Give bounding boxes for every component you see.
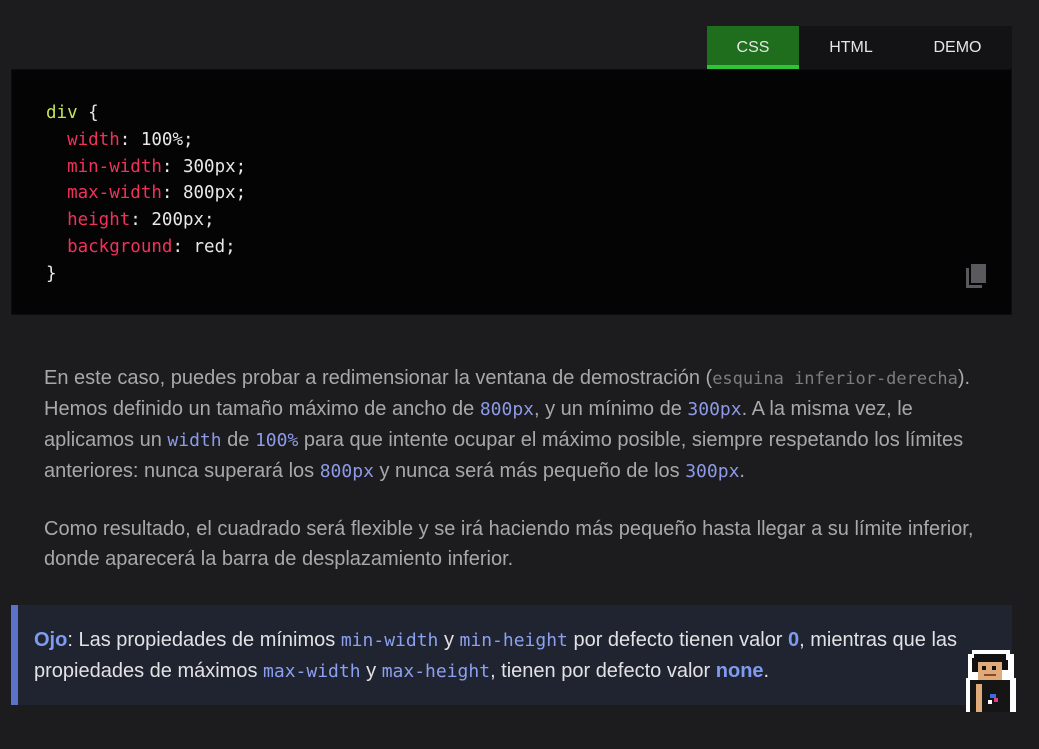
code-property: max-width [67, 183, 162, 204]
inline-code: min-height [459, 630, 568, 651]
paragraph-text: En este caso, puedes probar a redimensio… [44, 367, 713, 389]
inline-code: width [167, 430, 222, 451]
note-callout: Ojo: Las propiedades de mínimos min-widt… [11, 605, 1012, 705]
code-value: red; [193, 236, 236, 257]
inline-code: 800px [479, 399, 534, 420]
inline-code: 800px [319, 461, 374, 482]
code-property: width [67, 129, 120, 150]
paragraph-explanation: En este caso, puedes probar a redimensio… [44, 363, 994, 487]
inline-code: 100% [254, 430, 299, 451]
note-title: Ojo [34, 629, 68, 651]
code-selector: div [46, 103, 78, 123]
code-property: min-width [67, 156, 162, 177]
inline-code: max-height [381, 661, 491, 682]
note-text-part: , tienen por defecto valor [490, 660, 716, 682]
code-property: height [67, 210, 131, 231]
code-value: 100%; [140, 129, 194, 150]
tab-html[interactable]: HTML [799, 26, 903, 69]
pixel-avatar-icon [966, 650, 1016, 712]
inline-code: max-width [263, 661, 361, 682]
inline-code: esquina inferior-derecha [712, 369, 958, 389]
paragraph-result: Como resultado, el cuadrado será flexibl… [44, 518, 974, 570]
copy-icon[interactable] [963, 262, 989, 290]
note-value: 0 [788, 629, 800, 651]
code-value: 800px; [182, 183, 247, 204]
note-text: Ojo: Las propiedades de mínimos min-widt… [34, 625, 984, 687]
code-brace-open: { [77, 103, 99, 123]
paragraph-text: de [221, 429, 255, 451]
code-value: 200px; [151, 210, 215, 231]
code-property: background [67, 236, 173, 257]
tab-demo[interactable]: DEMO [903, 26, 1012, 69]
note-text-part: y [438, 629, 460, 651]
code-tabs: CSS HTML DEMO [707, 26, 1012, 69]
code-block: div { width: 100%; min-width: 300px; max… [11, 69, 1012, 315]
paragraph-text: . [739, 460, 745, 482]
note-text-part: . [763, 660, 770, 682]
inline-code: 300px [687, 399, 742, 420]
code-content: div { width: 100%; min-width: 300px; max… [46, 103, 247, 284]
note-value: none [715, 660, 764, 682]
paragraph-text: , y un mínimo de [534, 398, 688, 420]
tab-css[interactable]: CSS [707, 26, 799, 69]
paragraph-text: y nunca será más pequeño de los [373, 460, 686, 482]
note-text-part: : Las propiedades de mínimos [67, 629, 341, 651]
code-value: 300px; [182, 156, 247, 177]
code-brace-close: } [46, 263, 57, 284]
inline-code: min-width [340, 630, 439, 651]
inline-code: 300px [685, 461, 740, 482]
note-text-part: y [360, 660, 382, 682]
note-text-part: por defecto tienen valor [567, 629, 789, 651]
